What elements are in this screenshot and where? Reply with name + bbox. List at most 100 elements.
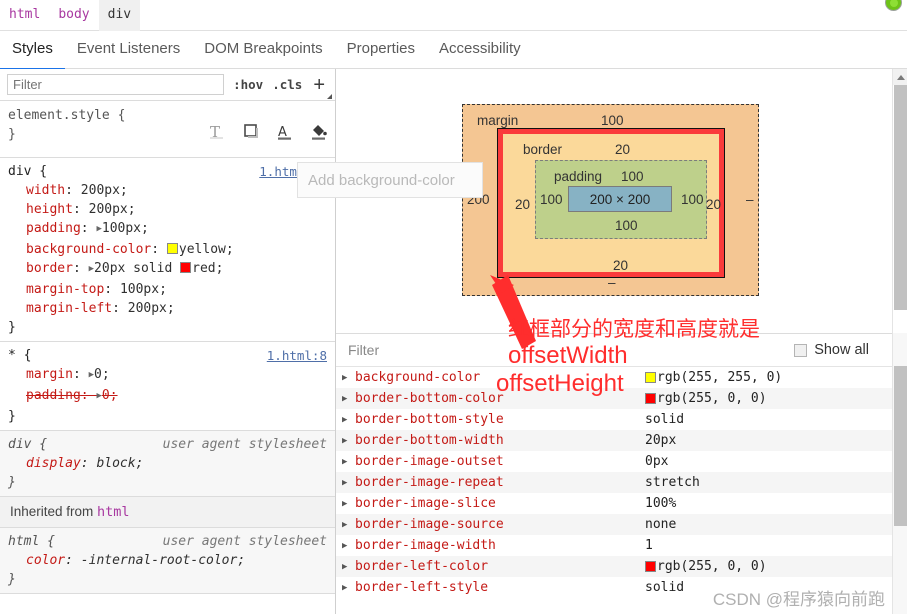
border-bottom-value[interactable]: 20 bbox=[613, 258, 628, 273]
declaration-value[interactable]: red; bbox=[192, 261, 223, 276]
expand-triangle-icon[interactable]: ▶ bbox=[89, 366, 94, 385]
show-all-toggle[interactable]: Show all bbox=[794, 342, 869, 358]
computed-property-row[interactable]: ▶ border-bottom-color rgb(255, 0, 0) bbox=[336, 388, 907, 409]
computed-property-name: border-bottom-width bbox=[355, 433, 645, 448]
computed-property-row[interactable]: ▶ border-bottom-style solid bbox=[336, 409, 907, 430]
expand-triangle-icon[interactable]: ▶ bbox=[342, 499, 355, 509]
color-swatch-red[interactable] bbox=[180, 262, 191, 273]
breadcrumb-item-body[interactable]: body bbox=[49, 0, 98, 31]
rule-close-brace: } bbox=[8, 570, 327, 589]
margin-bottom-value[interactable]: – bbox=[608, 275, 616, 290]
declaration-prop[interactable]: padding bbox=[26, 388, 81, 403]
declaration-background-color[interactable]: background-color: yellow; bbox=[8, 240, 327, 259]
computed-scrollbar[interactable] bbox=[892, 333, 907, 614]
computed-property-name: border-image-width bbox=[355, 538, 645, 553]
border-top-value[interactable]: 20 bbox=[615, 142, 630, 157]
computed-property-row[interactable]: ▶ border-image-source none bbox=[336, 514, 907, 535]
margin-right-value[interactable]: – bbox=[746, 192, 754, 207]
expand-triangle-icon[interactable]: ▶ bbox=[96, 387, 101, 406]
declaration-prop: display bbox=[26, 456, 81, 471]
declaration-prop[interactable]: width bbox=[26, 183, 65, 198]
expand-triangle-icon[interactable]: ▶ bbox=[342, 541, 355, 551]
declaration-value[interactable]: yellow; bbox=[179, 242, 234, 257]
computed-property-row[interactable]: ▶ background-color rgb(255, 255, 0) bbox=[336, 367, 907, 388]
declaration-value[interactable]: 200px; bbox=[81, 183, 128, 198]
styles-filter-input[interactable] bbox=[7, 74, 224, 95]
expand-triangle-icon[interactable]: ▶ bbox=[89, 260, 94, 279]
computed-property-row[interactable]: ▶ border-image-slice 100% bbox=[336, 493, 907, 514]
breadcrumb-item-html[interactable]: html bbox=[0, 0, 49, 31]
expand-triangle-icon[interactable]: ▶ bbox=[342, 394, 355, 404]
padding-left-value[interactable]: 100 bbox=[540, 192, 563, 207]
declaration-prop[interactable]: padding bbox=[26, 221, 81, 236]
declaration-margin-top[interactable]: margin-top: 100px; bbox=[8, 280, 327, 299]
expand-triangle-icon[interactable]: ▶ bbox=[342, 373, 355, 383]
color-swatch-yellow[interactable] bbox=[167, 243, 178, 254]
declaration-prop[interactable]: border bbox=[26, 261, 73, 276]
declaration-prop[interactable]: background-color bbox=[26, 242, 151, 257]
declaration-value[interactable]: 0; bbox=[94, 367, 110, 382]
declaration-prop[interactable]: margin-left bbox=[26, 301, 112, 316]
declaration-value[interactable]: 100px; bbox=[102, 221, 149, 236]
scrollbar-thumb[interactable] bbox=[894, 366, 907, 526]
margin-top-value[interactable]: 100 bbox=[601, 113, 624, 128]
expand-triangle-icon[interactable]: ▶ bbox=[342, 583, 355, 593]
computed-property-name: border-image-slice bbox=[355, 496, 645, 511]
new-style-rule-button[interactable]: + bbox=[313, 79, 325, 91]
declaration-padding-disabled[interactable]: padding: ▶0; bbox=[8, 386, 327, 407]
declaration-margin-left[interactable]: margin-left: 200px; bbox=[8, 299, 327, 318]
tab-styles[interactable]: Styles bbox=[0, 31, 65, 70]
declaration-prop[interactable]: margin-top bbox=[26, 282, 104, 297]
inherited-from-tag[interactable]: html bbox=[97, 504, 130, 520]
border-right-value[interactable]: 20 bbox=[706, 197, 721, 212]
border-left-value[interactable]: 20 bbox=[515, 197, 530, 212]
expand-triangle-icon[interactable]: ▶ bbox=[342, 436, 355, 446]
expand-triangle-icon[interactable]: ▶ bbox=[342, 520, 355, 530]
expand-triangle-icon[interactable]: ▶ bbox=[96, 220, 101, 239]
computed-property-value: 1 bbox=[645, 538, 653, 553]
declaration-padding[interactable]: padding: ▶100px; bbox=[8, 219, 327, 240]
expand-triangle-icon[interactable]: ▶ bbox=[342, 415, 355, 425]
padding-top-value[interactable]: 100 bbox=[621, 169, 644, 184]
text-color-icon[interactable]: A bbox=[275, 122, 295, 142]
box-model-content-box[interactable]: 200 × 200 bbox=[568, 186, 672, 212]
show-all-checkbox[interactable] bbox=[794, 344, 807, 357]
declaration-value[interactable]: 100px; bbox=[120, 282, 167, 297]
expand-triangle-icon[interactable]: ▶ bbox=[342, 478, 355, 488]
declaration-prop[interactable]: height bbox=[26, 202, 73, 217]
declaration-value[interactable]: 200px; bbox=[128, 301, 175, 316]
declaration-value[interactable]: 200px; bbox=[89, 202, 136, 217]
box-shadow-icon[interactable] bbox=[241, 122, 261, 142]
tab-dom-breakpoints[interactable]: DOM Breakpoints bbox=[192, 31, 334, 68]
computed-property-row[interactable]: ▶ border-image-outset 0px bbox=[336, 451, 907, 472]
declaration-value[interactable]: 0; bbox=[102, 388, 118, 403]
expand-triangle-icon[interactable]: ▶ bbox=[342, 457, 355, 467]
styles-scrollbar[interactable] bbox=[892, 69, 907, 333]
hov-toggle-button[interactable]: :hov bbox=[233, 77, 263, 92]
scroll-up-arrow-icon[interactable] bbox=[893, 69, 907, 85]
background-color-icon[interactable] bbox=[309, 122, 329, 142]
cls-toggle-button[interactable]: .cls bbox=[272, 77, 302, 92]
expand-triangle-icon[interactable]: ▶ bbox=[342, 562, 355, 572]
box-model-padding-box: padding 100 100 100 100 200 × 200 bbox=[535, 160, 707, 239]
text-style-icon[interactable]: T bbox=[207, 122, 227, 142]
computed-property-row[interactable]: ▶ border-bottom-width 20px bbox=[336, 430, 907, 451]
padding-bottom-value[interactable]: 100 bbox=[615, 218, 638, 233]
scrollbar-thumb[interactable] bbox=[894, 85, 907, 310]
computed-property-row[interactable]: ▶ border-left-color rgb(255, 0, 0) bbox=[336, 556, 907, 577]
tab-accessibility[interactable]: Accessibility bbox=[427, 31, 533, 68]
computed-property-row[interactable]: ▶ border-image-repeat stretch bbox=[336, 472, 907, 493]
declaration-border[interactable]: border: ▶20px solid red; bbox=[8, 259, 327, 280]
declaration-height[interactable]: height: 200px; bbox=[8, 200, 327, 219]
computed-filter-input[interactable]: Filter bbox=[348, 342, 379, 358]
tab-event-listeners[interactable]: Event Listeners bbox=[65, 31, 192, 68]
computed-property-row[interactable]: ▶ border-image-width 1 bbox=[336, 535, 907, 556]
rule-origin-link[interactable]: 1.html:8 bbox=[267, 346, 327, 365]
rule-close-brace: } bbox=[8, 407, 327, 426]
declaration-margin[interactable]: margin: ▶0; bbox=[8, 365, 327, 386]
declaration-width[interactable]: width: 200px; bbox=[8, 181, 327, 200]
breadcrumb-item-div[interactable]: div bbox=[99, 0, 140, 31]
padding-right-value[interactable]: 100 bbox=[681, 192, 704, 207]
declaration-prop[interactable]: margin bbox=[26, 367, 73, 382]
tab-properties[interactable]: Properties bbox=[335, 31, 427, 68]
